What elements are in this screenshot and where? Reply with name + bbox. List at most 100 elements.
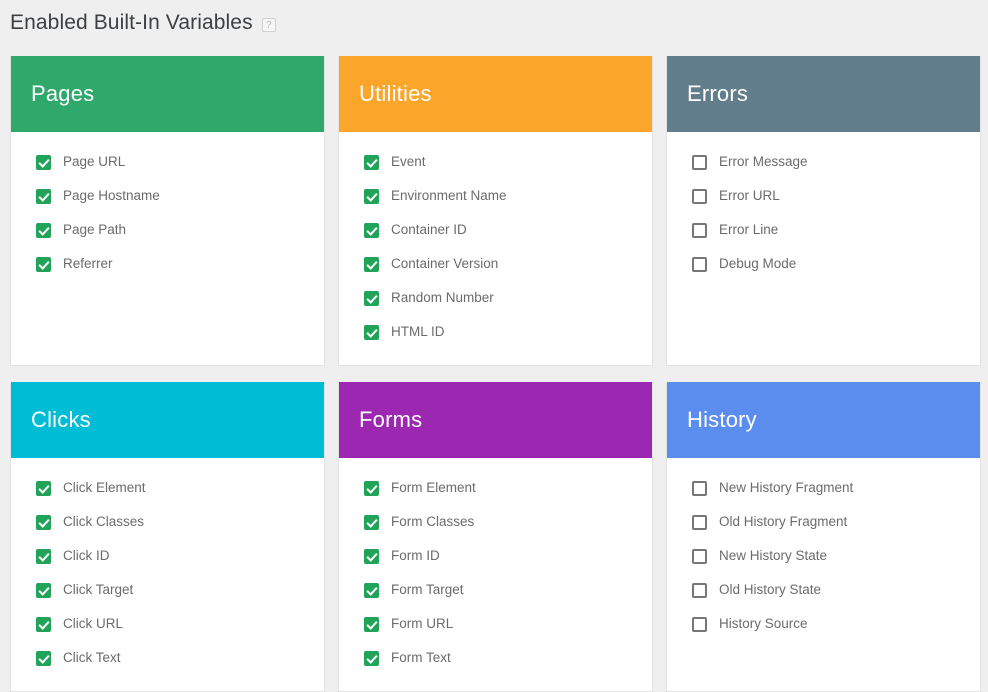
variable-row[interactable]: HTML ID: [339, 315, 652, 349]
variable-row[interactable]: Form ID: [339, 539, 652, 573]
variable-label: Environment Name: [391, 188, 507, 203]
variable-label: Container ID: [391, 222, 467, 237]
checkbox-unchecked-icon[interactable]: [692, 256, 707, 272]
checkbox-unchecked-icon[interactable]: [692, 582, 707, 598]
variable-row[interactable]: Random Number: [339, 281, 652, 315]
variable-row[interactable]: Container Version: [339, 247, 652, 281]
checkbox-unchecked-icon[interactable]: [692, 548, 707, 564]
checkbox-checked-icon[interactable]: [364, 582, 379, 598]
variable-row[interactable]: Form Target: [339, 573, 652, 607]
checkbox-checked-icon[interactable]: [364, 480, 379, 496]
variable-card-clicks: Clicks Click Element Click Classes Click ID…: [10, 382, 325, 692]
variable-row[interactable]: Form URL: [339, 607, 652, 641]
variable-row[interactable]: Click Target: [11, 573, 324, 607]
variable-label: Error Line: [719, 222, 779, 237]
variable-row[interactable]: Error URL: [667, 179, 980, 213]
variable-row[interactable]: Old History State: [667, 573, 980, 607]
checkbox-unchecked-icon[interactable]: [692, 154, 707, 170]
variable-row[interactable]: Form Element: [339, 471, 652, 505]
variable-card-pages: Pages Page URL Page Hostname Page Path Refer…: [10, 56, 325, 366]
checkbox-checked-icon[interactable]: [364, 548, 379, 564]
variable-row[interactable]: Referrer: [11, 247, 324, 281]
variable-label: New History State: [719, 548, 828, 563]
card-title-pages: Pages: [31, 81, 95, 106]
card-title-history: History: [687, 407, 757, 432]
variable-label: Click ID: [63, 548, 110, 563]
checkbox-checked-icon[interactable]: [36, 616, 51, 632]
variable-row[interactable]: Event: [339, 145, 652, 179]
card-body-clicks: Click Element Click Classes Click ID Click …: [11, 458, 324, 691]
variable-row[interactable]: Old History Fragment: [667, 505, 980, 539]
variable-row[interactable]: Debug Mode: [667, 247, 980, 281]
checkbox-checked-icon[interactable]: [36, 480, 51, 496]
checkbox-unchecked-icon[interactable]: [692, 188, 707, 204]
variable-label: Click Element: [63, 480, 146, 495]
card-body-forms: Form Element Form Classes Form ID Form Targ…: [339, 458, 652, 691]
variable-row[interactable]: Page Path: [11, 213, 324, 247]
variable-row[interactable]: Click URL: [11, 607, 324, 641]
variable-label: Random Number: [391, 290, 494, 305]
variable-row[interactable]: Container ID: [339, 213, 652, 247]
checkbox-checked-icon[interactable]: [364, 650, 379, 666]
checkbox-unchecked-icon[interactable]: [692, 222, 707, 238]
checkbox-checked-icon[interactable]: [364, 290, 379, 306]
checkbox-checked-icon[interactable]: [36, 188, 51, 204]
variable-row[interactable]: New History Fragment: [667, 471, 980, 505]
variable-row[interactable]: Click Classes: [11, 505, 324, 539]
variable-label: Event: [391, 154, 426, 169]
checkbox-unchecked-icon[interactable]: [692, 480, 707, 496]
checkbox-checked-icon[interactable]: [364, 222, 379, 238]
card-header-forms: Forms: [339, 382, 652, 458]
variable-card-errors: Errors Error Message Error URL Error Line De…: [666, 56, 981, 366]
variable-label: Old History Fragment: [719, 514, 848, 529]
variable-row[interactable]: Environment Name: [339, 179, 652, 213]
checkbox-checked-icon[interactable]: [364, 188, 379, 204]
checkbox-checked-icon[interactable]: [364, 256, 379, 272]
variable-row[interactable]: Page Hostname: [11, 179, 324, 213]
card-header-clicks: Clicks: [11, 382, 324, 458]
variable-row[interactable]: Click Element: [11, 471, 324, 505]
checkbox-checked-icon[interactable]: [36, 256, 51, 272]
card-header-utilities: Utilities: [339, 56, 652, 132]
variable-card-forms: Forms Form Element Form Classes Form ID Form…: [338, 382, 653, 692]
card-header-history: History: [667, 382, 980, 458]
variable-row[interactable]: Error Message: [667, 145, 980, 179]
checkbox-unchecked-icon[interactable]: [692, 616, 707, 632]
page-title: Enabled Built-In Variables: [10, 10, 253, 34]
variable-label: History Source: [719, 616, 808, 631]
variable-label: Form ID: [391, 548, 440, 563]
variable-label: Click Text: [63, 650, 121, 665]
variable-row[interactable]: Page URL: [11, 145, 324, 179]
card-title-clicks: Clicks: [31, 407, 91, 432]
variable-row[interactable]: History Source: [667, 607, 980, 641]
checkbox-checked-icon[interactable]: [364, 514, 379, 530]
variable-label: Old History State: [719, 582, 822, 597]
checkbox-checked-icon[interactable]: [364, 154, 379, 170]
card-body-pages: Page URL Page Hostname Page Path Referrer: [11, 132, 324, 365]
variable-label: Form URL: [391, 616, 454, 631]
variable-row[interactable]: Click ID: [11, 539, 324, 573]
variable-label: Page Hostname: [63, 188, 160, 203]
checkbox-checked-icon[interactable]: [36, 154, 51, 170]
checkbox-checked-icon[interactable]: [364, 324, 379, 340]
checkbox-unchecked-icon[interactable]: [692, 514, 707, 530]
variable-label: HTML ID: [391, 324, 445, 339]
card-body-history: New History Fragment Old History Fragment…: [667, 458, 980, 691]
checkbox-checked-icon[interactable]: [36, 582, 51, 598]
variable-row[interactable]: Error Line: [667, 213, 980, 247]
card-body-utilities: Event Environment Name Container ID Contain…: [339, 132, 652, 365]
variable-row[interactable]: New History State: [667, 539, 980, 573]
checkbox-checked-icon[interactable]: [36, 222, 51, 238]
variable-card-history: History New History Fragment Old History F…: [666, 382, 981, 692]
checkbox-checked-icon[interactable]: [364, 616, 379, 632]
variable-row[interactable]: Form Classes: [339, 505, 652, 539]
checkbox-checked-icon[interactable]: [36, 650, 51, 666]
checkbox-checked-icon[interactable]: [36, 548, 51, 564]
variable-label: Referrer: [63, 256, 113, 271]
checkbox-checked-icon[interactable]: [36, 514, 51, 530]
variable-label: Page Path: [63, 222, 127, 237]
card-body-errors: Error Message Error URL Error Line Debug Mo…: [667, 132, 980, 365]
variable-label: Form Target: [391, 582, 464, 597]
variable-label: Click Target: [63, 582, 134, 597]
help-question-icon[interactable]: ?: [261, 17, 276, 32]
